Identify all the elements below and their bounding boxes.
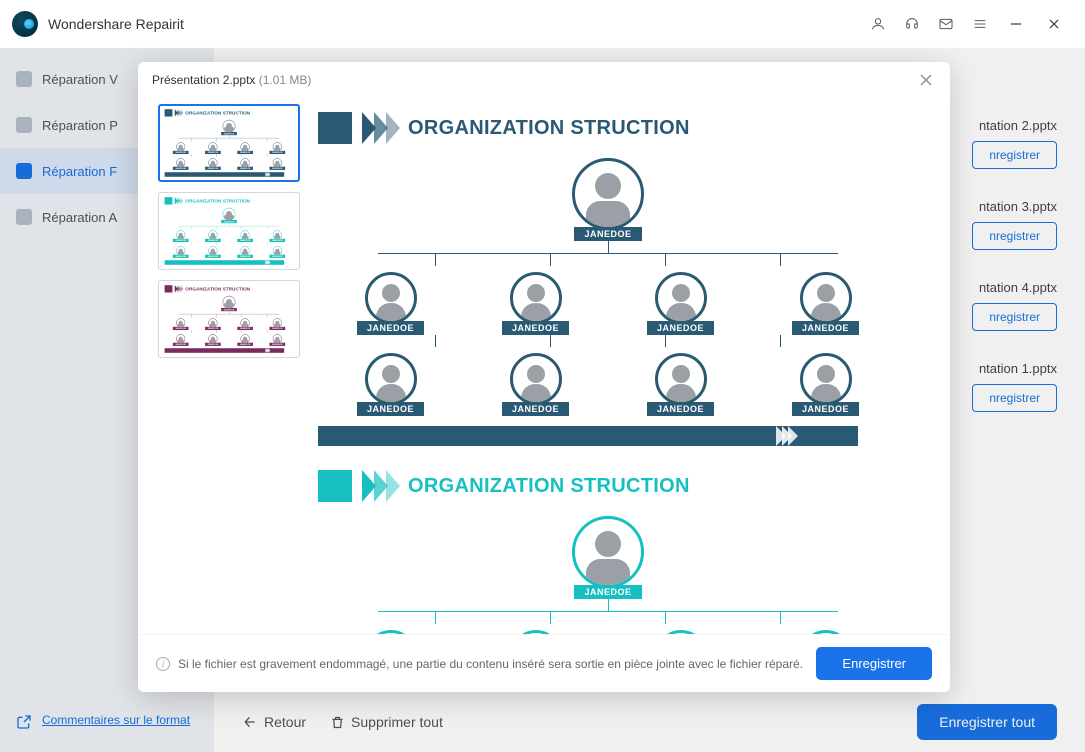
preview-modal: Présentation 2.pptx (1.01 MB) ORGANIZATI…	[138, 62, 950, 692]
slide: ORGANIZATION STRUCTION JANEDOE JANEDOEJA…	[318, 112, 898, 446]
titlebar: Wondershare Repairit	[0, 0, 1085, 48]
close-button[interactable]	[1035, 7, 1073, 41]
thumbnail-2[interactable]: ORGANIZATION STRUCTION JANEDOE JANEDOEJA…	[158, 192, 300, 270]
minimize-button[interactable]	[997, 7, 1035, 41]
menu-icon[interactable]	[963, 7, 997, 41]
info-icon: i	[156, 657, 170, 671]
modal-filename: Présentation 2.pptx	[152, 73, 255, 87]
slide-preview[interactable]: ORGANIZATION STRUCTION JANEDOE JANEDOEJA…	[308, 98, 942, 634]
modal-filesize: (1.01 MB)	[259, 73, 312, 87]
user-icon[interactable]	[861, 7, 895, 41]
mail-icon[interactable]	[929, 7, 963, 41]
thumbnail-3[interactable]: ORGANIZATION STRUCTION JANEDOE JANEDOEJA…	[158, 280, 300, 358]
modal-header: Présentation 2.pptx (1.01 MB)	[138, 62, 950, 98]
app-title: Wondershare Repairit	[48, 16, 184, 32]
slide: ORGANIZATION STRUCTION JANEDOE JANEDOEJA…	[165, 197, 294, 265]
slide: ORGANIZATION STRUCTION JANEDOE JANEDOEJA…	[165, 109, 294, 177]
modal-close-button[interactable]	[916, 70, 936, 90]
modal-save-button[interactable]: Enregistrer	[816, 647, 932, 680]
app-logo-icon	[12, 11, 38, 37]
slide: ORGANIZATION STRUCTION JANEDOE JANEDOEJA…	[318, 470, 898, 634]
thumbnail-1[interactable]: ORGANIZATION STRUCTION JANEDOE JANEDOEJA…	[158, 104, 300, 182]
modal-footer: i Si le fichier est gravement endommagé,…	[138, 634, 950, 692]
support-icon[interactable]	[895, 7, 929, 41]
modal-info-text: Si le fichier est gravement endommagé, u…	[178, 657, 808, 671]
slide-thumbnails: ORGANIZATION STRUCTION JANEDOE JANEDOEJA…	[150, 98, 308, 634]
slide: ORGANIZATION STRUCTION JANEDOE JANEDOEJA…	[165, 285, 294, 353]
